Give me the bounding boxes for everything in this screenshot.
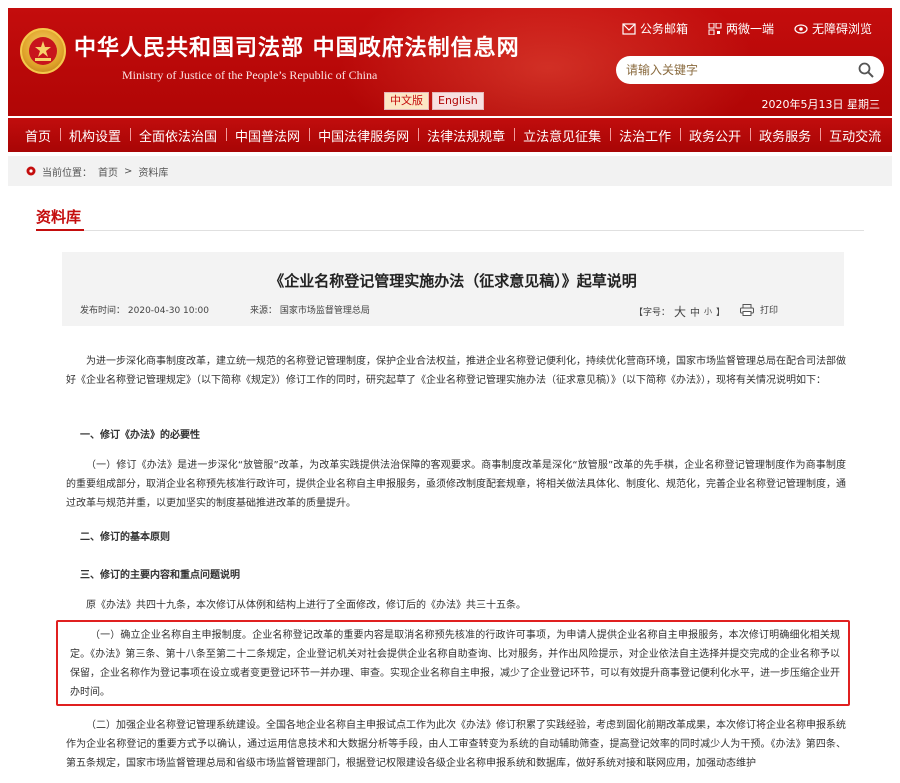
nav-item-organization[interactable]: 机构设置 — [60, 126, 130, 145]
location-icon — [26, 166, 36, 176]
font-size-control: 【字号： 大 中 小 】 — [634, 303, 725, 320]
source-label: 来源： — [250, 306, 278, 316]
printer-icon — [740, 303, 754, 316]
eye-icon — [794, 23, 808, 34]
font-size-end: 】 — [716, 308, 726, 318]
top-link-label: 两微一端 — [725, 22, 774, 36]
nav-item-legal-work[interactable]: 法治工作 — [610, 126, 680, 145]
mail-icon — [622, 22, 636, 35]
lang-chinese-button[interactable]: 中文版 — [384, 92, 429, 110]
article-header: 《企业名称登记管理实施办法（征求意见稿）》起草说明 发布时间： 2020-04-… — [62, 252, 844, 326]
nav-item-government-services[interactable]: 政务服务 — [750, 126, 820, 145]
search-icon[interactable] — [858, 62, 874, 78]
article-subheading: 三、修订的主要内容和重点问题说明 — [80, 570, 240, 581]
article-paragraph: 为进一步深化商事制度改革，建立统一规范的名称登记管理制度，保护企业合法权益，推进… — [66, 356, 846, 386]
top-link-wechat-weibo-app[interactable]: 两微一端 — [708, 20, 774, 37]
font-size-medium-button[interactable]: 中 — [690, 304, 700, 319]
top-link-accessibility[interactable]: 无障碍浏览 — [794, 20, 872, 37]
lang-english-button[interactable]: English — [432, 92, 484, 110]
article-paragraph: （一）修订《办法》是进一步深化“放管服”改革，为改革实践提供法治保障的客观要求。… — [66, 460, 846, 509]
publish-value: 2020-04-30 10:00 — [127, 306, 209, 316]
qr-icon — [708, 22, 722, 35]
breadcrumb-separator: > — [124, 165, 133, 177]
section-divider — [36, 230, 864, 231]
top-link-mail[interactable]: 公务邮箱 — [622, 20, 688, 37]
font-size-large-button[interactable]: 大 — [674, 303, 686, 320]
language-switcher: 中文版 English — [384, 92, 484, 110]
main-nav: 首页 机构设置 全面依法治国 中国普法网 中国法律服务网 法律法规规章 立法意见… — [8, 118, 892, 152]
article-source: 来源： 国家市场监督管理总局 — [250, 303, 370, 316]
section-underline — [36, 229, 84, 231]
publish-time: 发布时间： 2020-04-30 10:00 — [80, 303, 209, 316]
article-subheading: 二、修订的基本原则 — [80, 532, 170, 543]
article-paragraph-highlighted: （一）确立企业名称自主申报制度。企业名称登记改革的重要内容是取消名称预先核准的行… — [70, 630, 840, 698]
top-links: 公务邮箱 两微一端 无障碍浏览 — [622, 20, 872, 37]
source-value: 国家市场监督管理总局 — [279, 306, 370, 316]
breadcrumb-label: 当前位置： — [42, 167, 92, 179]
search-box — [616, 56, 884, 84]
nav-item-laws-regulations[interactable]: 法律法规规章 — [418, 126, 514, 145]
breadcrumb-current[interactable]: 资料库 — [138, 164, 168, 179]
nav-item-legal-education[interactable]: 中国普法网 — [226, 126, 309, 145]
article-subheading: 一、修订《办法》的必要性 — [80, 430, 200, 441]
nav-item-government-affairs[interactable]: 政务公开 — [680, 126, 750, 145]
nav-item-legislation-opinions[interactable]: 立法意见征集 — [514, 126, 610, 145]
nav-item-interaction[interactable]: 互动交流 — [820, 126, 890, 145]
print-label: 打印 — [760, 306, 779, 316]
nav-item-home[interactable]: 首页 — [16, 126, 60, 145]
font-size-label: 【字号： — [634, 308, 671, 318]
breadcrumb-home-link[interactable]: 首页 — [98, 164, 118, 179]
site-header: 中华人民共和国司法部 中国政府法制信息网 Ministry of Justice… — [8, 8, 892, 116]
article-title: 《企业名称登记管理实施办法（征求意见稿）》起草说明 — [269, 272, 637, 290]
top-link-label: 公务邮箱 — [639, 22, 688, 36]
publish-label: 发布时间： — [80, 306, 126, 316]
nav-item-legal-service[interactable]: 中国法律服务网 — [309, 126, 418, 145]
article-paragraph: （二）加强企业名称登记管理系统建设。全国各地企业名称自主申报试点工作为此次《办法… — [66, 720, 846, 769]
section-heading: 资料库 — [36, 208, 82, 226]
top-link-label: 无障碍浏览 — [811, 22, 872, 36]
breadcrumb: 当前位置： 首页 > 资料库 — [8, 156, 892, 186]
print-button[interactable]: 打印 — [740, 303, 778, 316]
nav-item-rule-of-law[interactable]: 全面依法治国 — [130, 126, 226, 145]
article-paragraph: 原《办法》共四十九条，本次修订从体例和结构上进行了全面修改，修订后的《办法》共三… — [86, 600, 526, 611]
site-subtitle: Ministry of Justice of the People’s Repu… — [122, 68, 378, 82]
current-date: 2020年5月13日 星期三 — [761, 98, 881, 111]
national-emblem-icon[interactable] — [20, 28, 66, 74]
font-size-small-button[interactable]: 小 — [704, 306, 712, 317]
site-title[interactable]: 中华人民共和国司法部 中国政府法制信息网 — [74, 30, 520, 62]
search-input[interactable] — [626, 63, 858, 77]
